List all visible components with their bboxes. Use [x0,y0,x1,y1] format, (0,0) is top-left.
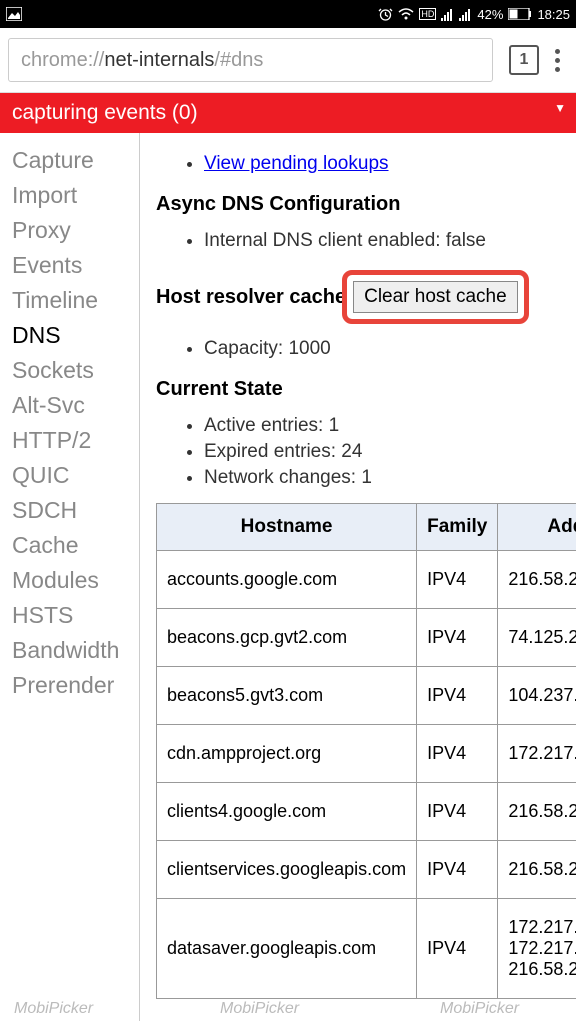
url-scheme: chrome:// [21,49,104,72]
sidebar-item-altsvc[interactable]: Alt-Svc [12,388,139,423]
sidebar-item-modules[interactable]: Modules [12,563,139,598]
cell: IPV4 [417,667,498,725]
async-heading: Async DNS Configuration [156,193,576,216]
capture-banner[interactable]: capturing events (0) ▼ [0,93,576,133]
tab-switcher[interactable]: 1 [509,45,539,75]
sidebar-item-quic[interactable]: QUIC [12,458,139,493]
cell: 216.58.203.20 [498,551,576,609]
status-bar: HD 42% 18:25 [0,0,576,28]
battery-icon [508,8,532,20]
sidebar-item-capture[interactable]: Capture [12,143,139,178]
clock-text: 18:25 [537,7,570,22]
sidebar-item-import[interactable]: Import [12,178,139,213]
url-path: /#dns [214,49,263,72]
signal-icon-2 [459,8,472,21]
url-bar[interactable]: chrome://net-internals/#dns [8,38,493,82]
sidebar-item-bandwidth[interactable]: Bandwidth [12,633,139,668]
cache-heading: Host resolver cache [156,286,346,309]
cell: 216.58.203.20 [498,783,576,841]
dns-table: HostnameFamilyAdd accounts.google.comIPV… [156,503,576,999]
cell: accounts.google.com [157,551,417,609]
cell: cdn.ampproject.org [157,725,417,783]
sidebar-item-prerender[interactable]: Prerender [12,668,139,703]
state-item: Active entries: 1 [204,415,576,437]
cell: IPV4 [417,899,498,999]
cell: 74.125.200.94 [498,609,576,667]
sidebar: CaptureImportProxyEventsTimelineDNSSocke… [0,133,140,1021]
sidebar-item-sdch[interactable]: SDCH [12,493,139,528]
cell: clients4.google.com [157,783,417,841]
async-item: Internal DNS client enabled: false [204,230,576,252]
table-row: cdn.ampproject.orgIPV4172.217.26.19 [157,725,576,783]
sidebar-item-dns[interactable]: DNS [12,318,139,353]
col-header: Family [417,504,498,551]
watermark: MobiPicker [14,1000,93,1018]
sidebar-item-http2[interactable]: HTTP/2 [12,423,139,458]
cell: beacons5.gvt3.com [157,667,417,725]
watermark: MobiPicker [220,1000,299,1018]
cell: IPV4 [417,841,498,899]
main-content: View pending lookups Async DNS Configura… [140,133,576,1021]
cell: clientservices.googleapis.com [157,841,417,899]
clear-cache-button[interactable]: Clear host cache [353,281,518,313]
sidebar-item-cache[interactable]: Cache [12,528,139,563]
sidebar-item-proxy[interactable]: Proxy [12,213,139,248]
state-item: Network changes: 1 [204,467,576,489]
cell: IPV4 [417,551,498,609]
cell: datasaver.googleapis.com [157,899,417,999]
table-row: clientservices.googleapis.comIPV4216.58.… [157,841,576,899]
browser-toolbar: chrome://net-internals/#dns 1 [0,28,576,93]
sidebar-item-sockets[interactable]: Sockets [12,353,139,388]
cell: beacons.gcp.gvt2.com [157,609,417,667]
table-row: beacons5.gvt3.comIPV4104.237.191.1 [157,667,576,725]
menu-button[interactable] [555,49,560,72]
table-row: datasaver.googleapis.comIPV4172.217.26.2… [157,899,576,999]
chevron-down-icon: ▼ [554,101,566,115]
cell: 104.237.191.1 [498,667,576,725]
cell: IPV4 [417,609,498,667]
state-heading: Current State [156,378,576,401]
cell: IPV4 [417,725,498,783]
watermark: MobiPicker [440,1000,519,1018]
sidebar-item-events[interactable]: Events [12,248,139,283]
table-row: clients4.google.comIPV4216.58.203.20 [157,783,576,841]
sidebar-item-timeline[interactable]: Timeline [12,283,139,318]
cell: 172.217.26.20 172.217.26.11 216.58.220.4 [498,899,576,999]
signal-icon [441,8,454,21]
url-host: net-internals [104,49,214,72]
col-header: Hostname [157,504,417,551]
pending-lookups-link[interactable]: View pending lookups [204,153,389,174]
col-header: Add [498,504,576,551]
cell: 172.217.26.19 [498,725,576,783]
cell: 216.58.203.19 [498,841,576,899]
state-item: Expired entries: 24 [204,441,576,463]
alarm-icon [378,7,393,22]
table-row: accounts.google.comIPV4216.58.203.20 [157,551,576,609]
capacity-item: Capacity: 1000 [204,338,576,360]
cell: IPV4 [417,783,498,841]
table-row: beacons.gcp.gvt2.comIPV474.125.200.94 [157,609,576,667]
battery-percent: 42% [477,7,503,22]
hd-icon: HD [419,8,436,20]
sidebar-item-hsts[interactable]: HSTS [12,598,139,633]
wifi-icon [398,8,414,21]
image-icon [6,7,22,21]
